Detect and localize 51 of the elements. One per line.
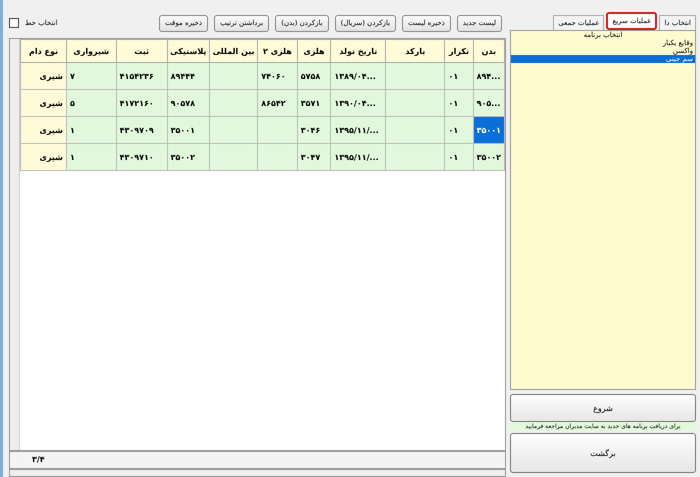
table-cell: ۳۵۷۱ xyxy=(297,90,331,116)
table-cell: ۰۱ xyxy=(444,90,474,116)
back-button[interactable]: برگشت xyxy=(510,433,696,473)
column-header[interactable]: بدن xyxy=(473,40,504,62)
table-cell: ...۱۳۹۰/۰۴ xyxy=(330,90,386,116)
table-cell: شیری xyxy=(20,90,66,116)
table-cell: ۰۱ xyxy=(444,62,474,90)
table-cell: .../۱۳۹۵/۱۱ xyxy=(330,116,386,144)
record-counter: ۳/۴ xyxy=(10,450,505,470)
table-cell: ۰۱ xyxy=(444,116,474,144)
table-cell: ۹۰۵۷۸ xyxy=(167,90,210,116)
table-cell: ۳۰۴۶ xyxy=(297,116,331,144)
column-header[interactable]: ثبت xyxy=(116,40,168,62)
column-header[interactable]: هلزی xyxy=(297,40,331,62)
table-cell: ۵ xyxy=(66,90,116,116)
column-header[interactable]: بارکد xyxy=(386,40,445,62)
table-cell: ...۹۰۵ xyxy=(473,90,504,116)
table-cell: ۱ xyxy=(66,116,116,144)
column-header[interactable]: نوع دام xyxy=(20,40,66,62)
select-line-checkbox[interactable] xyxy=(9,18,19,28)
start-button[interactable]: شروع xyxy=(510,394,696,422)
table-cell: ۵۷۵۸ xyxy=(297,62,331,90)
table-cell: شیری xyxy=(20,144,66,170)
table-cell: ۴۱۷۲۱۶۰ xyxy=(116,90,168,116)
table-cell: ۴۳۰۹۷۰۹ xyxy=(116,116,168,144)
column-header[interactable]: تکرار xyxy=(444,40,474,62)
table-cell: ...۱۳۸۹/۰۴ xyxy=(330,62,386,90)
table-cell: ۰۱ xyxy=(444,144,474,170)
table-cell: ۴۳۰۹۷۱۰ xyxy=(116,144,168,170)
table-cell: ۳۰۴۷ xyxy=(297,144,331,170)
table-cell: ۷۴۰۶۰ xyxy=(258,62,298,90)
column-header[interactable]: شیرواری xyxy=(66,40,116,62)
column-header[interactable]: تاریخ تولد xyxy=(330,40,386,62)
table-cell: ۳۵۰۰۲ xyxy=(167,144,210,170)
horizontal-scrollbar[interactable] xyxy=(10,470,505,476)
table-cell: ...۸۹۴ xyxy=(473,62,504,90)
column-header[interactable]: بین المللی xyxy=(209,40,258,62)
table-cell: ۸۶۵۴۲ xyxy=(258,90,298,116)
table-cell: ۳۵۰۰۱ xyxy=(473,116,504,144)
column-header[interactable]: پلاستیکی xyxy=(167,40,210,62)
table-cell: ۸۹۴۴۴ xyxy=(167,62,210,90)
table-cell: شیری xyxy=(20,62,66,90)
table-cell: ۴۱۵۴۲۳۶ xyxy=(116,62,168,90)
table-cell: .../۱۳۹۵/۱۱ xyxy=(330,144,386,170)
table-cell: ۱ xyxy=(66,144,116,170)
table-cell: شیری xyxy=(20,116,66,144)
table-cell: ۳۵۰۰۱ xyxy=(167,116,210,144)
vertical-scrollbar[interactable] xyxy=(10,39,20,450)
table-cell: ۷ xyxy=(66,62,116,90)
table-cell: ۳۵۰۰۲ xyxy=(473,144,504,170)
column-header[interactable]: هلزی ۲ xyxy=(258,40,298,62)
